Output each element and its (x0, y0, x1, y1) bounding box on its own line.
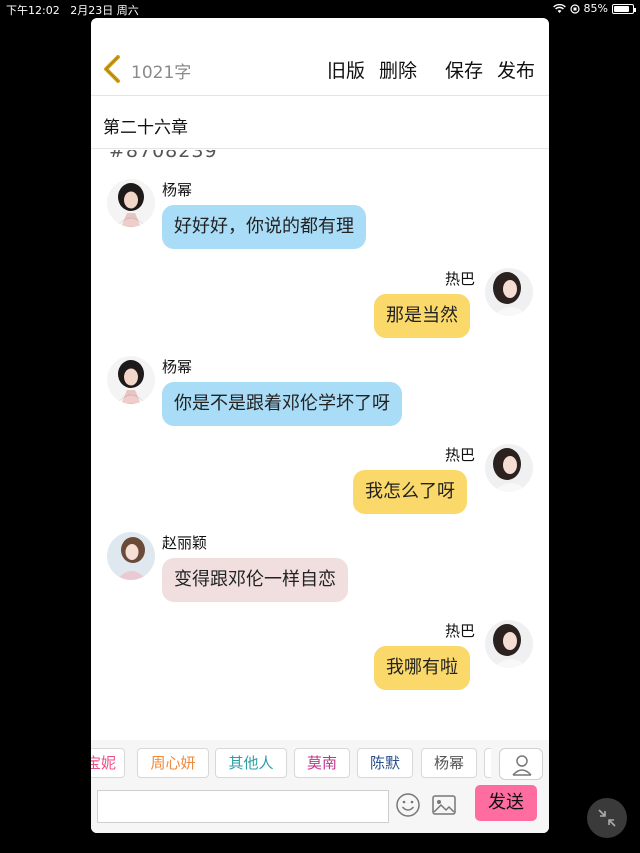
publish-button[interactable]: 发布 (497, 56, 535, 83)
avatar-reba[interactable] (485, 620, 533, 668)
character-tag[interactable]: 宝妮 (91, 748, 125, 778)
collapse-button[interactable] (587, 798, 627, 838)
message-input[interactable] (97, 790, 389, 823)
tag-label: 杨幂 (433, 754, 464, 772)
sender-name: 热巴 (445, 446, 476, 464)
user-icon (512, 755, 532, 776)
char-count: 1021字 (131, 63, 192, 83)
status-bar: 下午12:02 2月23日 周六 85% (0, 0, 640, 18)
character-tag-partial[interactable] (484, 748, 491, 778)
character-tag[interactable]: 杨幂 (421, 748, 477, 778)
sender-name: 杨幂 (162, 181, 193, 199)
avatar-yangmi[interactable] (107, 179, 155, 227)
battery-fill (614, 5, 630, 12)
avatar-zhaoliying[interactable] (107, 532, 155, 580)
avatar-reba[interactable] (485, 444, 533, 492)
character-tag[interactable]: 周心妍 (137, 748, 209, 778)
emoji-icon[interactable] (395, 792, 421, 818)
sender-name: 杨幂 (162, 358, 193, 376)
chat-area[interactable]: #8708239 杨幂 好好好，你说的都有理 热巴 那是当然 杨幂 你是不是跟着… (91, 150, 549, 740)
message-bubble[interactable]: 你是不是跟着邓伦学坏了呀 (162, 382, 402, 426)
chapter-title: 第二十六章 (103, 118, 188, 138)
character-tag[interactable]: 其他人 (215, 748, 287, 778)
message-bubble[interactable]: 我怎么了呀 (353, 470, 467, 514)
sender-name: 热巴 (445, 270, 476, 288)
back-chevron-icon[interactable] (101, 54, 123, 84)
tag-label: 其他人 (228, 754, 274, 772)
tag-label: 陈默 (369, 754, 400, 772)
image-icon[interactable] (431, 793, 457, 817)
old-version-button[interactable]: 旧版 (327, 56, 365, 83)
message-bubble[interactable]: 变得跟邓伦一样自恋 (162, 558, 348, 602)
sender-name: 赵丽颖 (162, 534, 208, 552)
avatar-reba[interactable] (485, 268, 533, 316)
battery-icon (612, 3, 636, 14)
character-tag[interactable]: 莫南 (294, 748, 350, 778)
tag-label: 周心妍 (150, 754, 196, 772)
status-date: 2月23日 周六 (70, 4, 139, 17)
tag-label: 莫南 (306, 754, 337, 772)
status-time-date: 下午12:02 2月23日 周六 (6, 2, 139, 18)
battery-percent: 85% (583, 2, 608, 15)
message-bubble[interactable]: 那是当然 (374, 294, 470, 338)
send-button[interactable]: 发送 (475, 785, 537, 821)
avatar-yangmi[interactable] (107, 356, 155, 404)
composer: 宝妮 周心妍 其他人 莫南 陈默 杨幂 发送 (91, 740, 549, 833)
orientation-lock-icon (569, 3, 580, 14)
character-tag-strip[interactable]: 宝妮 周心妍 其他人 莫南 陈默 杨幂 (91, 748, 491, 778)
status-time: 下午12:02 (6, 4, 60, 17)
editor-window: 1021字 旧版 删除 保存 发布 第二十六章 #8708239 杨幂 好好好，… (91, 18, 549, 833)
wifi-icon (552, 3, 566, 13)
chapter-bar[interactable]: 第二十六章 (91, 97, 549, 149)
message-bubble[interactable]: 我哪有啦 (374, 646, 470, 690)
top-bar: 1021字 旧版 删除 保存 发布 (91, 18, 549, 96)
delete-button[interactable]: 删除 (379, 56, 417, 83)
tag-label: 宝妮 (91, 754, 116, 772)
character-tag[interactable]: 陈默 (357, 748, 413, 778)
partial-message-id: #8708239 (109, 150, 218, 162)
status-right: 85% (552, 2, 636, 15)
collapse-arrows-icon (598, 809, 616, 827)
message-bubble[interactable]: 好好好，你说的都有理 (162, 205, 366, 249)
add-character-button[interactable] (499, 748, 543, 780)
save-button[interactable]: 保存 (445, 56, 483, 83)
sender-name: 热巴 (445, 622, 476, 640)
